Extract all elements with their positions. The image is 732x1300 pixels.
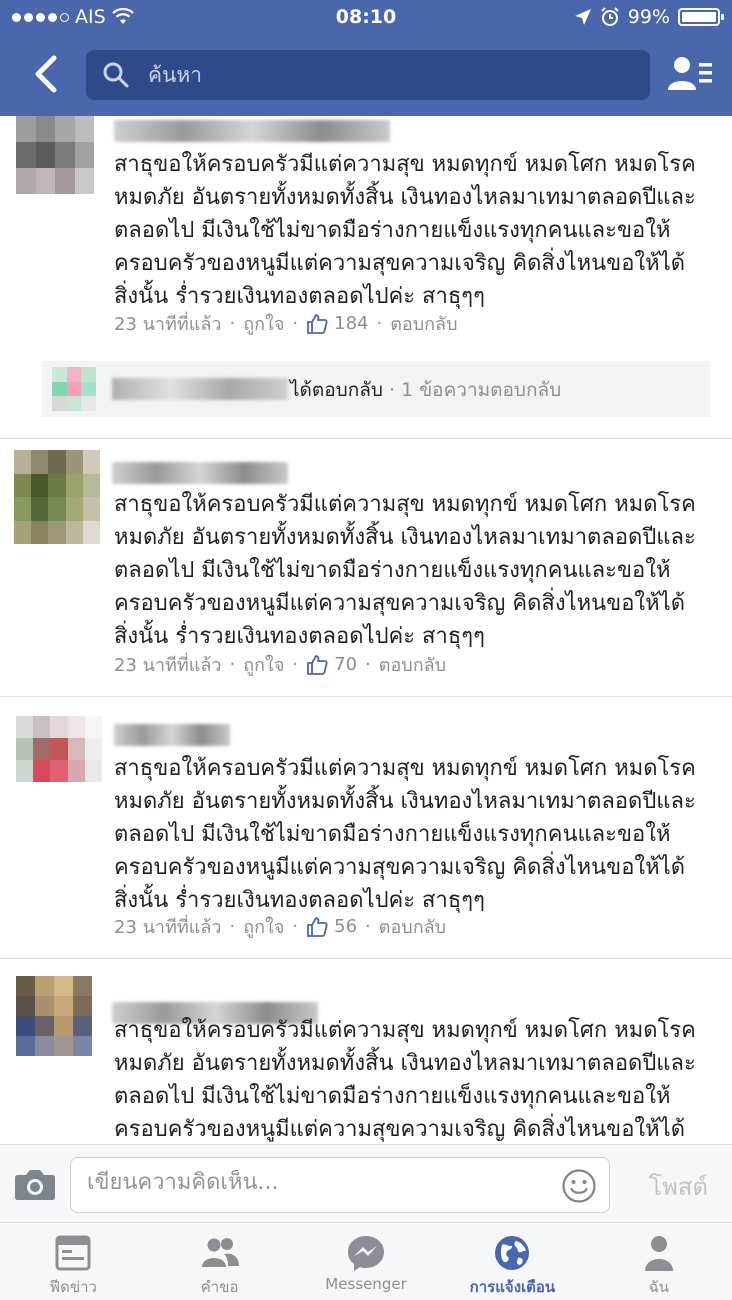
like-count: 184 [334,313,369,334]
comment-item: สาธุขอให้ครอบครัวมีแต่ความสุข หมดทุกข์ ห… [0,976,732,1144]
messenger-icon [348,1236,385,1271]
comment-input[interactable] [87,1170,547,1195]
tab-label: การแจ้งเตือน [469,1278,556,1296]
news-feed-icon [55,1235,91,1271]
thumbs-up-icon [307,313,328,334]
avatar[interactable] [16,116,94,194]
thumbs-up-icon [307,916,328,937]
tab-label: ฉัน [648,1278,670,1296]
tab-news-feed[interactable]: ฟีดข่าว [0,1223,146,1300]
friend-requests-icon [201,1238,239,1267]
tab-label: Messenger [325,1275,407,1293]
comment-meta: 23 นาทีที่แล้ว · ถูกใจ · 56 · ตอบกลับ [114,912,446,941]
reply-avatar [52,367,96,411]
divider [0,696,732,697]
comment-meta: 23 นาทีที่แล้ว · ถูกใจ · 184 · ตอบกลับ [114,309,458,338]
search-bar[interactable] [86,50,650,100]
friend-list-icon[interactable] [666,54,714,94]
comment-timestamp: 23 นาทีที่แล้ว [114,917,222,938]
like-link[interactable]: ถูกใจ [243,309,284,338]
tab-profile[interactable]: ฉัน [586,1223,732,1300]
like-count: 56 [334,916,358,937]
notifications-globe-icon [495,1236,530,1270]
battery-icon [678,8,724,26]
reply-link[interactable]: ตอบกลับ [390,309,457,338]
comment-meta: 23 นาทีที่แล้ว · ถูกใจ · 70 · ตอบกลับ [114,650,446,679]
comment-field[interactable] [70,1157,610,1213]
avatar[interactable] [14,450,100,544]
avatar[interactable] [16,716,102,782]
like-link[interactable]: ถูกใจ [243,912,284,941]
search-input[interactable] [148,63,628,87]
reply-count: 1 ข้อความตอบกลับ [401,379,562,401]
app-screen: AIS 08:10 99% ค้นหา สาธุขอให้ครอบครัวมีแ… [0,0,732,1300]
post-button[interactable]: โพสต์ [649,1167,708,1206]
back-chevron-icon[interactable] [28,52,68,96]
comment-item: สาธุขอให้ครอบครัวมีแต่ความสุข หมดทุกข์ ห… [0,716,732,956]
profile-icon [644,1236,673,1271]
replies-summary[interactable]: ได้ตอบกลับ · 1 ข้อความตอบกลับ [42,361,710,417]
reply-link[interactable]: ตอบกลับ [379,912,446,941]
status-right: 99% [574,6,724,28]
reply-action-label: ได้ตอบกลับ [290,379,383,401]
tab-friend-requests[interactable]: คำขอ [146,1223,292,1300]
comment-item: สาธุขอให้ครอบครัวมีแต่ความสุข หมดทุกข์ ห… [0,450,732,690]
camera-icon[interactable] [14,1167,56,1201]
divider [0,438,732,439]
commenter-name-blurred[interactable] [114,724,230,746]
like-link[interactable]: ถูกใจ [243,650,284,679]
commenter-name-blurred[interactable] [114,120,390,142]
comment-item: สาธุขอให้ครอบครัวมีแต่ความสุข หมดทุกข์ ห… [0,116,732,436]
tab-label: คำขอ [200,1278,239,1296]
avatar[interactable] [16,976,92,1056]
comment-text: สาธุขอให้ครอบครัวมีแต่ความสุข หมดทุกข์ ห… [114,756,696,913]
thumbs-up-icon [307,654,328,675]
like-count: 70 [334,654,358,675]
commenter-name-blurred[interactable] [112,462,288,484]
top-navigation-bar: AIS 08:10 99% [0,0,732,116]
status-bar: AIS 08:10 99% [0,0,732,36]
battery-percent: 99% [627,6,670,28]
comment-text: สาธุขอให้ครอบครัวมีแต่ความสุข หมดทุกข์ ห… [114,492,696,649]
comment-composer: โพสต์ [0,1144,732,1222]
tab-label: ฟีดข่าว [49,1278,97,1296]
emoji-icon[interactable] [561,1168,597,1204]
alarm-clock-icon [601,7,619,26]
tab-messenger[interactable]: Messenger [293,1223,439,1300]
divider [0,958,732,959]
comment-text: สาธุขอให้ครอบครัวมีแต่ความสุข หมดทุกข์ ห… [114,1018,696,1142]
comment-timestamp: 23 นาทีที่แล้ว [114,314,222,335]
comment-timestamp: 23 นาทีที่แล้ว [114,655,222,676]
comment-list: สาธุขอให้ครอบครัวมีแต่ความสุข หมดทุกข์ ห… [0,116,732,1144]
bottom-tab-bar: ฟีดข่าว คำขอ Messenger การแจ้งเตือน ฉัน [0,1222,732,1300]
search-icon [103,62,129,88]
tab-notifications[interactable]: การแจ้งเตือน [439,1223,585,1300]
replier-name-blurred [112,378,288,400]
comment-text: สาธุขอให้ครอบครัวมีแต่ความสุข หมดทุกข์ ห… [114,152,696,309]
location-arrow-icon [574,9,591,25]
reply-summary-text: ได้ตอบกลับ · 1 ข้อความตอบกลับ [290,379,562,401]
reply-link[interactable]: ตอบกลับ [379,650,446,679]
